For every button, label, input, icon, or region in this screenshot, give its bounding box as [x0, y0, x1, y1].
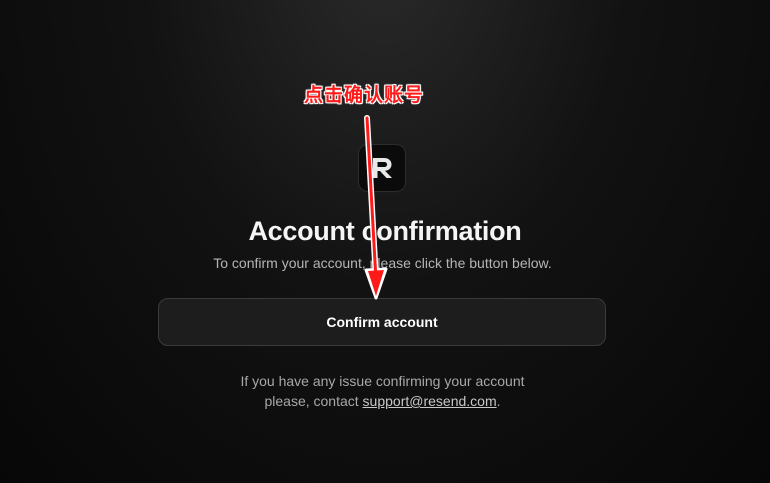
page-subtitle: To confirm your account, please click th… — [213, 255, 552, 271]
annotation-label: 点击确认账号 — [304, 84, 425, 106]
page-title: Account confirmation — [248, 216, 522, 246]
support-email-link[interactable]: support@resend.com — [363, 393, 497, 409]
support-footer: If you have any issue confirming your ac… — [0, 371, 765, 411]
footer-contact-suffix: . — [496, 393, 501, 409]
footer-line-2: please, contact support@resend.com. — [0, 391, 765, 411]
footer-line-1: If you have any issue confirming your ac… — [240, 373, 525, 389]
confirm-account-button[interactable]: Confirm account — [158, 298, 606, 346]
resend-logo-icon — [358, 144, 406, 192]
footer-contact-prefix: please, contact — [264, 393, 363, 409]
